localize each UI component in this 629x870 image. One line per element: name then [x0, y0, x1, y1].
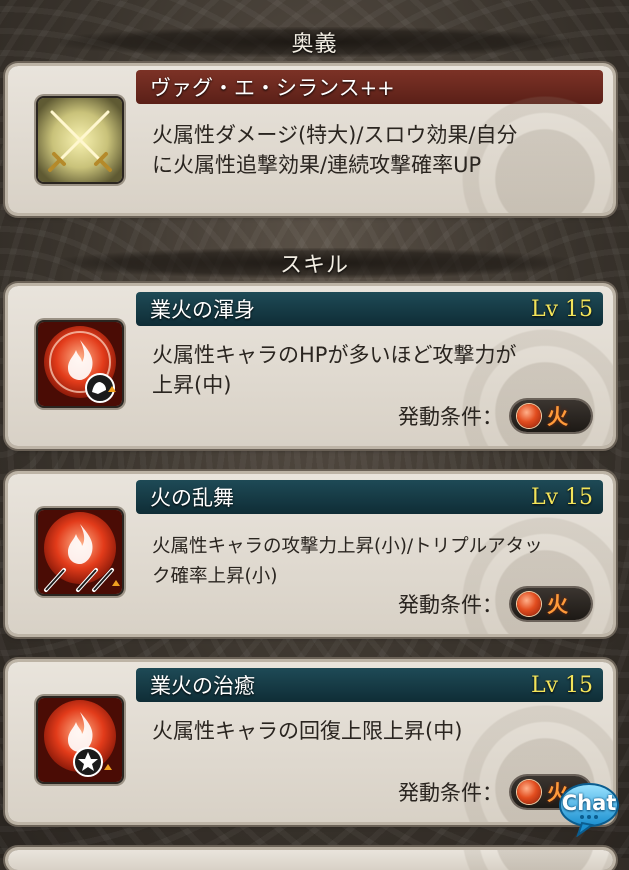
skill-name: 業火の渾身: [150, 298, 255, 322]
skill-panel[interactable]: 業火の治癒 Lv 15 火属性キャラの回復上限上昇(中) 発動条件： 火: [8, 662, 613, 822]
skill-level: Lv 15: [530, 672, 593, 698]
skill-title-bar: 業火の治癒 Lv 15: [136, 668, 603, 702]
skill-description: 火属性キャラのHPが多いほど攻撃力が 上昇(中): [152, 340, 595, 400]
skill-level: Lv 15: [530, 296, 593, 322]
skill-description-line-1: 火属性キャラの回復上限上昇(中): [152, 719, 463, 743]
skill-title-bar: 業火の渾身 Lv 15: [136, 292, 603, 326]
skill-description: 火属性キャラの回復上限上昇(中): [152, 716, 595, 746]
skill-title-bar: 火の乱舞 Lv 15: [136, 480, 603, 514]
skill-description-line-1: 火属性キャラの攻撃力上昇(小)/トリプルアタッ: [152, 536, 543, 557]
ougi-title-bar: ヴァグ・エ・シランス++: [136, 70, 603, 104]
fire-heal-cap-icon: [38, 698, 122, 782]
condition-label: 発動条件：: [398, 593, 503, 617]
skill-panel[interactable]: 業火の渾身 Lv 15 火属性キャラのHPが多いほど攻撃力が 上昇(中) 発動条…: [8, 286, 613, 446]
skill-section-header: スキル: [60, 248, 569, 278]
fire-element-icon: [517, 404, 541, 428]
activation-condition: 発動条件： 火: [398, 588, 591, 620]
fire-triple-attack-icon: [38, 510, 122, 594]
chat-label: Chat: [561, 791, 617, 815]
activation-condition: 発動条件： 火: [398, 400, 591, 432]
crossed-swords-icon: [38, 98, 122, 182]
skill-name: 業火の治癒: [150, 674, 255, 698]
element-label: 火: [547, 405, 568, 429]
fire-element-badge: 火: [511, 400, 591, 432]
skill-section-title: スキル: [279, 253, 349, 278]
ougi-description-line-1: 火属性ダメージ(特大)/スロウ効果/自分: [152, 123, 518, 147]
skill-description: 火属性キャラの攻撃力上昇(小)/トリプルアタッ ク確率上昇(小): [152, 532, 595, 592]
skill-description-line-1: 火属性キャラのHPが多いほど攻撃力が: [152, 343, 517, 367]
ougi-name: ヴァグ・エ・シランス++: [150, 76, 395, 100]
skill-level: Lv 15: [530, 484, 593, 510]
fire-element-badge: 火: [511, 588, 591, 620]
fire-might-icon: [38, 322, 122, 406]
next-panel-edge: [8, 850, 613, 870]
ougi-section-title: 奥義: [291, 32, 338, 57]
ougi-panel[interactable]: ヴァグ・エ・シランス++ 火属性ダメージ(特大)/スロウ効果/自分 に火属性追撃…: [8, 66, 613, 213]
skill-name: 火の乱舞: [150, 486, 234, 510]
element-label: 火: [547, 593, 568, 617]
fire-element-icon: [517, 592, 541, 616]
chat-button[interactable]: Chat: [558, 781, 620, 838]
fire-element-icon: [517, 780, 541, 804]
ougi-description: 火属性ダメージ(特大)/スロウ効果/自分 に火属性追撃効果/連続攻撃確率UP: [152, 120, 595, 180]
condition-label: 発動条件：: [398, 405, 503, 429]
skill-description-line-2: 上昇(中): [152, 373, 232, 397]
condition-label: 発動条件：: [398, 781, 503, 805]
ougi-section-header: 奥義: [60, 27, 569, 57]
skill-panel[interactable]: 火の乱舞 Lv 15 火属性キャラの攻撃力上昇(小)/トリプルアタッ ク確率上昇…: [8, 474, 613, 634]
ougi-description-line-2: に火属性追撃効果/連続攻撃確率UP: [152, 153, 482, 177]
